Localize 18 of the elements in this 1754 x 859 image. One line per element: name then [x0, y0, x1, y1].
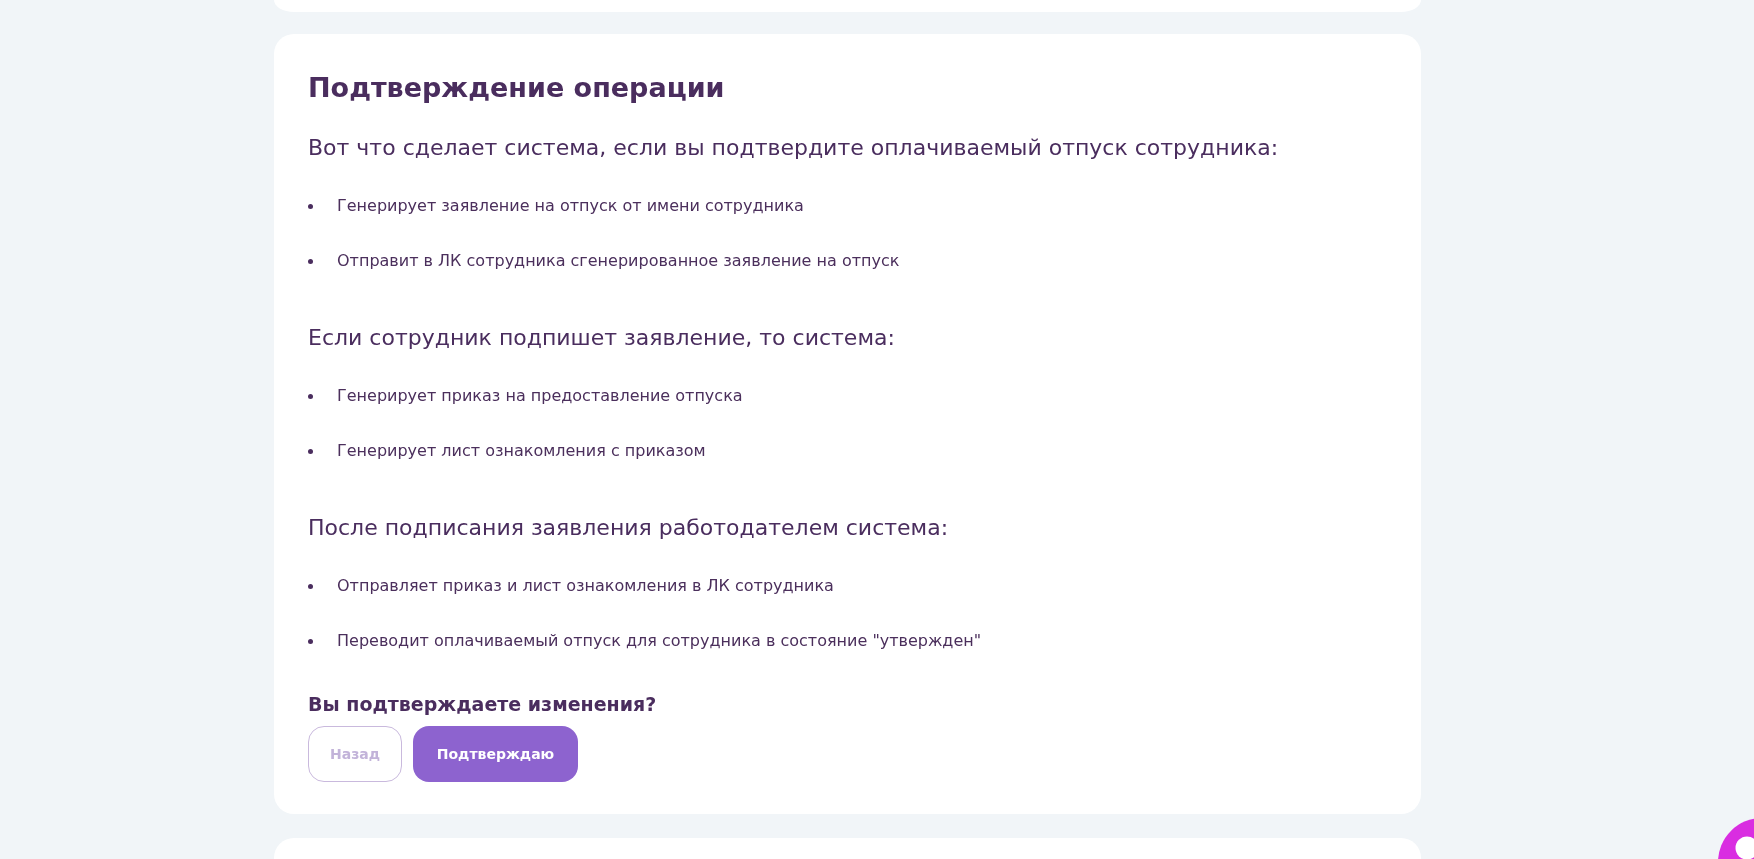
confirm-button[interactable]: Подтверждаю [413, 726, 578, 782]
card-title: Подтверждение операции [308, 71, 726, 105]
list-item-text: Переводит оплачиваемый отпуск для сотрудника в состояние "утвержден" [337, 630, 982, 652]
bullet-icon [308, 583, 313, 589]
bullet-icon [308, 393, 313, 399]
bullet-icon [308, 203, 313, 209]
list-item-text: Генерирует приказ на предоставление отпуска [337, 385, 743, 407]
list-item-text: Отправит в ЛК сотрудника сгенерированное заявление на отпуск [337, 250, 900, 272]
bullet-icon [308, 448, 313, 454]
bullet-icon [308, 258, 313, 264]
section-heading: Если сотрудник подпишет заявление, то система: [308, 324, 896, 352]
section-heading: Вот что сделает система, если вы подтвердите оплачиваемый отпуск сотрудника: [308, 134, 1280, 162]
bullet-icon [308, 638, 313, 644]
list-item-text: Генерирует лист ознакомления с приказом [337, 440, 706, 462]
section-heading: После подписания заявления работодателем система: [308, 514, 950, 542]
list-item-text: Отправляет приказ и лист ознакомления в ЛК сотрудника [337, 575, 834, 597]
list-item-text: Генерирует заявление на отпуск от имени сотрудника [337, 195, 804, 217]
question-text: Вы подтверждаете изменения? [308, 692, 658, 717]
